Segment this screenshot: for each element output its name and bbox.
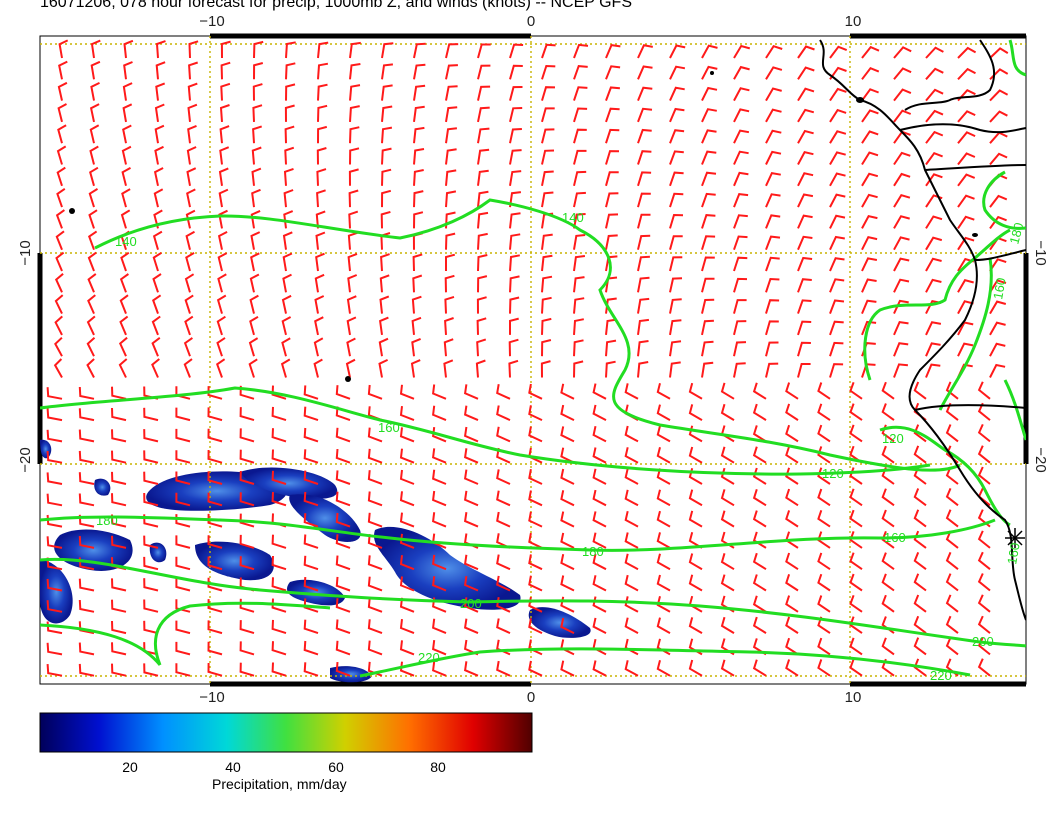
right-tick: −10 [1032, 240, 1049, 265]
contour-label: 220 [930, 668, 952, 683]
left-tick: −20 [17, 447, 34, 472]
top-tick: 10 [845, 13, 862, 30]
contour-label: 180 [96, 513, 118, 528]
contour-label: 160 [884, 530, 906, 545]
colorbar-tick: 80 [430, 759, 446, 775]
bottom-tick: 10 [845, 689, 862, 706]
contour-label: 220 [418, 650, 440, 665]
contour-label: 120 [822, 466, 844, 481]
left-tick: −10 [17, 240, 34, 265]
contour-label: 200 [460, 596, 482, 611]
contour-label: 120 [882, 431, 904, 446]
top-tick: −10 [199, 13, 224, 30]
colorbar [39, 712, 533, 753]
contour-label: 160 [378, 420, 400, 435]
contour-label: 180 [582, 544, 604, 559]
colorbar-label: Precipitation, mm/day [212, 776, 347, 792]
colorbar-tick: 60 [328, 759, 344, 775]
contour-label: 140 [115, 234, 137, 249]
right-tick: −20 [1032, 447, 1049, 472]
bottom-tick: 0 [527, 689, 535, 706]
forecast-map: 140 140 160 160 120 120 180 180 180 160 … [17, 13, 1049, 753]
colorbar-tick: 40 [225, 759, 241, 775]
bottom-tick: −10 [199, 689, 224, 706]
contour-label: 200 [972, 634, 994, 649]
top-tick: 0 [527, 13, 535, 30]
contour-label: 140 [562, 210, 584, 225]
colorbar-tick: 20 [122, 759, 138, 775]
